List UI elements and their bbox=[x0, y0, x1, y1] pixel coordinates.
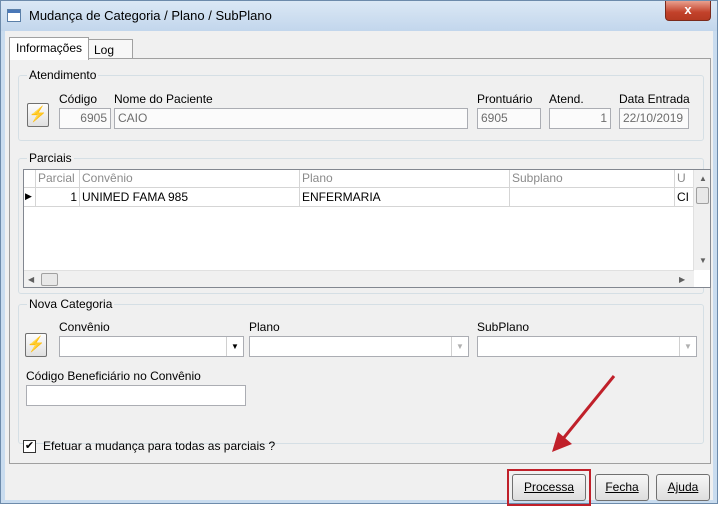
plano-select[interactable]: ▼ bbox=[249, 336, 469, 357]
column-header-u[interactable]: U bbox=[675, 170, 695, 188]
parciais-group-title: Parciais bbox=[27, 151, 74, 165]
column-header-subplano[interactable]: Subplano bbox=[510, 170, 675, 188]
title-bar[interactable]: Mudança de Categoria / Plano / SubPlano … bbox=[1, 1, 717, 31]
horizontal-scroll-thumb[interactable] bbox=[41, 273, 58, 286]
atendimento-group-title: Atendimento bbox=[27, 68, 99, 82]
window-app-icon bbox=[7, 9, 21, 22]
parciais-group: Parciais Parcial Convênio Plano Subplano… bbox=[18, 151, 711, 294]
window-title: Mudança de Categoria / Plano / SubPlano bbox=[29, 8, 272, 23]
cell-convenio: UNIMED FAMA 985 bbox=[80, 188, 300, 207]
scroll-down-icon[interactable]: ▼ bbox=[699, 256, 707, 265]
fecha-button[interactable]: Fecha bbox=[595, 474, 649, 501]
chevron-down-icon[interactable]: ▼ bbox=[679, 337, 696, 356]
beneficiario-field[interactable] bbox=[26, 385, 246, 406]
atend-label: Atend. bbox=[549, 92, 584, 106]
subplano-select[interactable]: ▼ bbox=[477, 336, 697, 357]
cell-subplano bbox=[510, 188, 675, 207]
nome-paciente-label: Nome do Paciente bbox=[114, 92, 213, 106]
prontuario-field[interactable]: 6905 bbox=[477, 108, 541, 129]
vertical-scroll-thumb[interactable] bbox=[696, 187, 709, 204]
subplano-label: SubPlano bbox=[477, 320, 530, 334]
cell-parcial: 1 bbox=[36, 188, 80, 207]
atendimento-group: Atendimento ⚡ Código 6905 Nome do Pacien… bbox=[18, 68, 704, 141]
beneficiario-label: Código Beneficiário no Convênio bbox=[26, 369, 201, 383]
parciais-grid[interactable]: Parcial Convênio Plano Subplano U ▶ 1 UN… bbox=[23, 169, 711, 288]
column-header-parcial[interactable]: Parcial bbox=[36, 170, 80, 188]
convenio-select[interactable]: ▼ bbox=[59, 336, 244, 357]
column-header-convenio[interactable]: Convênio bbox=[80, 170, 300, 188]
chevron-down-icon[interactable]: ▼ bbox=[226, 337, 243, 356]
horizontal-scrollbar[interactable]: ◀ ▶ bbox=[24, 270, 694, 287]
grid-indicator-header bbox=[24, 170, 36, 188]
ajuda-button[interactable]: Ajuda bbox=[656, 474, 710, 501]
plano-label: Plano bbox=[249, 320, 280, 334]
codigo-field[interactable]: 6905 bbox=[59, 108, 111, 129]
codigo-label: Código bbox=[59, 92, 98, 106]
apply-all-checkbox[interactable]: ✔ bbox=[23, 440, 36, 453]
scroll-right-icon[interactable]: ▶ bbox=[679, 275, 685, 284]
scroll-left-icon[interactable]: ◀ bbox=[28, 275, 34, 284]
ajuda-button-label: Ajuda bbox=[667, 480, 699, 494]
dialog-client-area: Informações Log Atendimento ⚡ Código 690… bbox=[5, 31, 713, 506]
table-row[interactable]: ▶ 1 UNIMED FAMA 985 ENFERMARIA CI bbox=[24, 188, 695, 207]
vertical-scrollbar[interactable]: ▲ ▼ bbox=[693, 170, 710, 270]
close-button[interactable]: x bbox=[665, 1, 711, 21]
lightning-icon[interactable]: ⚡ bbox=[27, 103, 49, 127]
nova-categoria-group-title: Nova Categoria bbox=[27, 297, 115, 311]
atend-field[interactable]: 1 bbox=[549, 108, 611, 129]
grid-header: Parcial Convênio Plano Subplano U bbox=[24, 170, 710, 188]
dialog-window: Mudança de Categoria / Plano / SubPlano … bbox=[0, 0, 718, 506]
cell-plano: ENFERMARIA bbox=[300, 188, 510, 207]
row-indicator-icon: ▶ bbox=[24, 188, 36, 207]
scroll-up-icon[interactable]: ▲ bbox=[699, 174, 707, 183]
lightning-icon[interactable]: ⚡ bbox=[25, 333, 47, 357]
nome-paciente-field[interactable]: CAIO bbox=[114, 108, 468, 129]
data-entrada-label: Data Entrada bbox=[619, 92, 690, 106]
nova-categoria-group: Nova Categoria ⚡ Convênio ▼ Plano ▼ SubP… bbox=[18, 297, 704, 444]
column-header-plano[interactable]: Plano bbox=[300, 170, 510, 188]
tab-panel-informacoes: Atendimento ⚡ Código 6905 Nome do Pacien… bbox=[9, 58, 711, 464]
convenio-label: Convênio bbox=[59, 320, 110, 334]
highlight-box bbox=[507, 469, 591, 506]
tab-log[interactable]: Log bbox=[87, 39, 133, 60]
apply-all-label: Efetuar a mudança para todas as parciais… bbox=[43, 439, 276, 453]
tab-informacoes[interactable]: Informações bbox=[9, 37, 90, 60]
data-entrada-field[interactable]: 22/10/2019 bbox=[619, 108, 689, 129]
cell-u: CI bbox=[675, 188, 695, 207]
fecha-button-label: Fecha bbox=[605, 480, 639, 494]
chevron-down-icon[interactable]: ▼ bbox=[451, 337, 468, 356]
prontuario-label: Prontuário bbox=[477, 92, 533, 106]
